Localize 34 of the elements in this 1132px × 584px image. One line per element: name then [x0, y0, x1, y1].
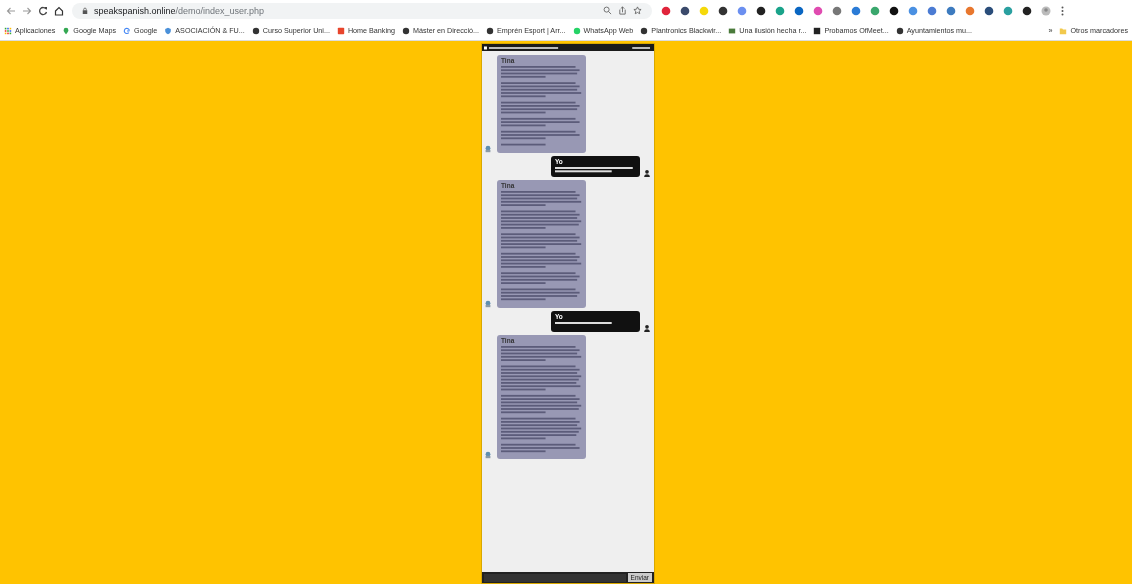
- share-icon[interactable]: [618, 6, 627, 15]
- address-bar[interactable]: speakspanish.online/demo/index_user.php: [72, 2, 652, 19]
- lock-icon: [82, 6, 88, 15]
- chat-icon: [572, 26, 581, 35]
- extension-icon[interactable]: [756, 5, 766, 16]
- extension-icon[interactable]: [1022, 5, 1032, 16]
- bank-icon: [336, 26, 345, 35]
- zoom-icon[interactable]: [603, 6, 612, 15]
- robot-avatar-icon: [484, 451, 492, 460]
- map-pin-icon: [62, 26, 71, 35]
- shield-icon: [164, 26, 173, 35]
- menu-icon[interactable]: [1061, 5, 1064, 16]
- square-icon: [813, 26, 822, 35]
- extension-icon[interactable]: [718, 5, 728, 16]
- profile-avatar-icon[interactable]: [1041, 5, 1051, 16]
- apps-grid-icon: [4, 26, 12, 35]
- back-icon[interactable]: [6, 5, 16, 16]
- extension-icon[interactable]: [984, 5, 994, 16]
- folder-icon: [1059, 26, 1068, 35]
- user-avatar-icon: [643, 169, 651, 177]
- extension-icon[interactable]: [889, 5, 899, 16]
- user-avatar-icon: [643, 323, 651, 332]
- url-path: /demo/index_user.php: [175, 5, 265, 16]
- url-host: speakspanish.online: [94, 5, 176, 16]
- photo-icon: [728, 26, 737, 35]
- home-icon[interactable]: [54, 5, 64, 16]
- forward-icon[interactable]: [22, 5, 32, 16]
- robot-avatar-icon: [484, 145, 492, 153]
- extension-icon[interactable]: [680, 5, 690, 16]
- robot-avatar-icon: [484, 299, 492, 308]
- message-input-field[interactable]: [484, 573, 626, 582]
- g-letter-icon: [123, 26, 132, 35]
- star-icon[interactable]: [633, 6, 642, 15]
- reload-icon[interactable]: [38, 5, 48, 16]
